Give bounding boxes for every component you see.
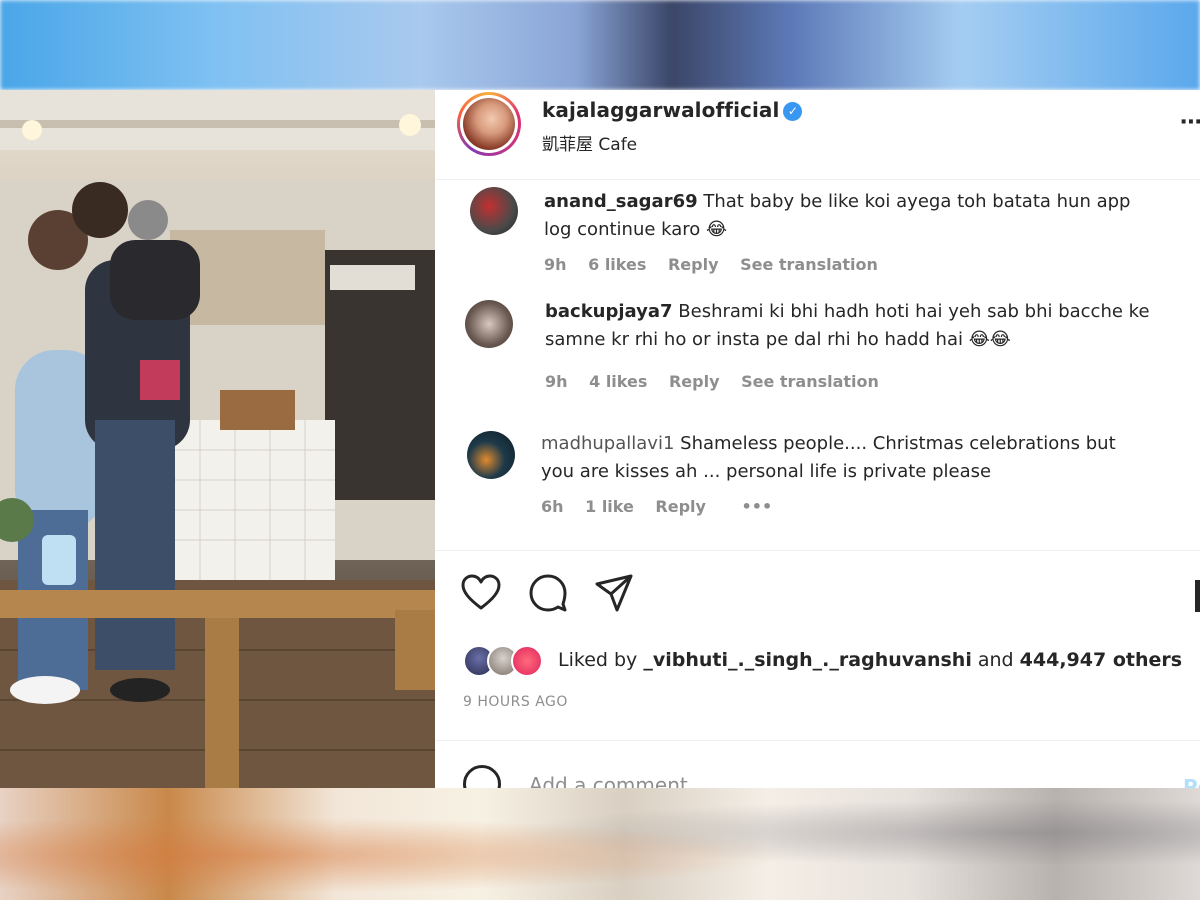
see-translation-link[interactable]: See translation <box>740 255 878 274</box>
liker-avatar <box>511 645 543 677</box>
comment-reply-button[interactable]: Reply <box>655 497 706 516</box>
liked-by-text: Liked by _vibhuti_._singh_._raghuvanshi … <box>558 649 1182 671</box>
liked-by-and: and <box>977 649 1014 671</box>
post-timestamp[interactable]: 9 HOURS AGO <box>463 694 568 710</box>
comment-avatar[interactable] <box>470 187 518 235</box>
post-location[interactable]: 凱菲屋 Cafe <box>542 130 637 155</box>
see-translation-link[interactable]: See translation <box>741 372 879 391</box>
comment-item: backupjaya7 Beshrami ki bhi hadh hoti ha… <box>435 295 1200 405</box>
post-comment-button[interactable]: Po <box>1183 775 1200 788</box>
post-header: kajalaggarwalofficial ✓ 凱菲屋 Cafe ⋯ <box>435 90 1200 180</box>
comment-meta: 9h 4 likes Reply See translation <box>545 372 895 391</box>
comment-more-options-icon[interactable]: ••• <box>742 497 773 516</box>
verified-badge-icon: ✓ <box>783 102 803 121</box>
bookmark-icon[interactable] <box>1195 580 1200 612</box>
comment-time: 9h <box>544 255 567 274</box>
comment-username[interactable]: madhupallavi1 <box>541 433 674 454</box>
post-details-panel: kajalaggarwalofficial ✓ 凱菲屋 Cafe ⋯ anand_… <box>435 90 1200 788</box>
comment-body: anand_sagar69 That baby be like koi ayeg… <box>544 188 1154 244</box>
profile-avatar <box>463 98 515 150</box>
comment-likes[interactable]: 6 likes <box>588 255 646 274</box>
likes-count[interactable]: 444,947 others <box>1020 649 1182 671</box>
comment-body: backupjaya7 Beshrami ki bhi hadh hoti ha… <box>545 298 1185 354</box>
post-username[interactable]: kajalaggarwalofficial ✓ <box>542 98 803 122</box>
comment-avatar[interactable] <box>465 300 513 348</box>
heart-icon[interactable] <box>461 574 501 612</box>
send-paper-plane-icon[interactable] <box>595 574 635 612</box>
liked-by-prefix: Liked by <box>558 649 638 671</box>
emoji-smiley-icon[interactable] <box>463 765 501 788</box>
profile-avatar-border <box>460 95 518 153</box>
comment-username[interactable]: backupjaya7 <box>545 301 673 322</box>
comment-bubble-icon[interactable] <box>529 574 569 612</box>
comment-reply-button[interactable]: Reply <box>668 255 719 274</box>
comment-likes[interactable]: 1 like <box>585 497 634 516</box>
comment-body: madhupallavi1 Shameless people.... Chris… <box>541 430 1151 486</box>
comment-meta: 9h 6 likes Reply See translation <box>544 255 894 274</box>
liked-by-avatars[interactable] <box>463 643 553 679</box>
comment-meta: 6h 1 like Reply ••• <box>541 497 788 516</box>
comment-likes[interactable]: 4 likes <box>589 372 647 391</box>
blurred-bottom-band <box>0 788 1200 900</box>
comment-username[interactable]: anand_sagar69 <box>544 191 698 212</box>
add-comment-input[interactable]: Add a comment... <box>529 773 707 788</box>
profile-avatar-ring[interactable] <box>457 92 521 156</box>
comment-time: 6h <box>541 497 564 516</box>
comment-time: 9h <box>545 372 568 391</box>
divider <box>435 740 1200 741</box>
comment-reply-button[interactable]: Reply <box>669 372 720 391</box>
post-username-text[interactable]: kajalaggarwalofficial <box>542 98 779 122</box>
comment-item: madhupallavi1 Shameless people.... Chris… <box>435 428 1200 528</box>
liked-by-user[interactable]: _vibhuti_._singh_._raghuvanshi <box>643 649 971 671</box>
divider <box>435 550 1200 551</box>
post-photo-illustration <box>0 90 435 788</box>
more-options-icon[interactable]: ⋯ <box>1180 110 1200 135</box>
post-photo <box>0 90 435 788</box>
comment-item: anand_sagar69 That baby be like koi ayeg… <box>435 185 1200 285</box>
blurred-top-band <box>0 0 1200 90</box>
comment-avatar[interactable] <box>467 431 515 479</box>
